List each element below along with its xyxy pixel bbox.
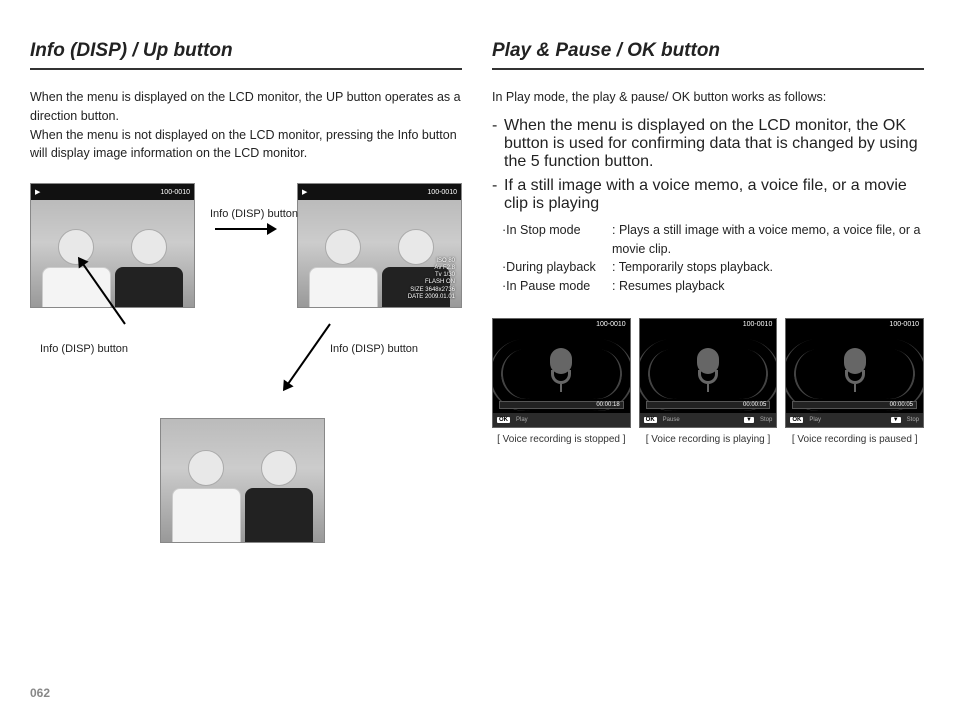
- file-counter: 100-0010: [889, 321, 919, 328]
- left-paragraph: When the menu is displayed on the LCD mo…: [30, 88, 462, 163]
- mode-desc: : Resumes playback: [612, 277, 924, 296]
- lcd-screenshot-full-info: ▶ 100-0010 ISO 80 Av F2.8 Tv 1/30 FLASH …: [297, 183, 462, 308]
- mode-desc: : Plays a still image with a voice memo,…: [612, 221, 924, 259]
- control-label: Stop: [760, 417, 772, 423]
- mode-label: ·During playback: [502, 258, 612, 277]
- list-item: - When the menu is displayed on the LCD …: [492, 117, 924, 171]
- bullet-text: When the menu is displayed on the LCD mo…: [504, 117, 924, 171]
- control-label: Play: [516, 417, 528, 423]
- control-label: Play: [809, 417, 821, 423]
- ok-badge: OK: [644, 417, 657, 423]
- play-icon: ▶: [35, 188, 40, 196]
- arrow-label: Info (DISP) button: [210, 208, 298, 220]
- voice-screens-row: 100-0010 00:00:18 OK Play [ Voice record…: [492, 318, 924, 445]
- ok-badge: OK: [497, 417, 510, 423]
- down-badge: ▼: [891, 417, 901, 423]
- file-counter: 100-0010: [160, 189, 190, 196]
- lcd-screenshot-no-info: [160, 418, 325, 543]
- control-label: Stop: [907, 417, 919, 423]
- mode-label: ·In Stop mode: [502, 221, 612, 259]
- left-column: Info (DISP) / Up button When the menu is…: [30, 40, 462, 543]
- ok-badge: OK: [790, 417, 803, 423]
- screen-caption: [ Voice recording is stopped ]: [492, 434, 631, 445]
- down-badge: ▼: [744, 417, 754, 423]
- image-info-overlay: ISO 80 Av F2.8 Tv 1/30 FLASH ON SIZE 364…: [408, 258, 455, 301]
- control-label: Pause: [663, 417, 680, 423]
- file-counter: 100-0010: [743, 321, 773, 328]
- mode-row: ·In Pause mode : Resumes playback: [502, 277, 924, 296]
- time-display: 00:00:18: [596, 402, 619, 408]
- time-display: 00:00:05: [743, 402, 766, 408]
- disp-cycle-diagram: ▶ 100-0010 ▶ 100-0010: [30, 183, 462, 543]
- right-column: Play & Pause / OK button In Play mode, t…: [492, 40, 924, 543]
- file-counter: 100-0010: [596, 321, 626, 328]
- file-counter: 100-0010: [427, 189, 457, 196]
- right-heading: Play & Pause / OK button: [492, 40, 924, 70]
- voice-screen-playing: 100-0010 00:00:05 OK Pause ▼ Stop: [639, 318, 778, 428]
- screen-caption: [ Voice recording is playing ]: [639, 434, 778, 445]
- arrow-down-icon: [283, 323, 331, 390]
- bullet-text: If a still image with a voice memo, a vo…: [504, 177, 924, 213]
- play-icon: ▶: [302, 188, 307, 196]
- list-item: - If a still image with a voice memo, a …: [492, 177, 924, 213]
- right-intro: In Play mode, the play & pause/ OK butto…: [492, 88, 924, 107]
- arrow-label: Info (DISP) button: [330, 343, 418, 355]
- arrow-label: Info (DISP) button: [40, 343, 128, 355]
- voice-screen-paused: 100-0010 00:00:05 OK Play ▼ Stop: [785, 318, 924, 428]
- page-number: 062: [30, 686, 50, 700]
- mode-label: ·In Pause mode: [502, 277, 612, 296]
- time-display: 00:00:05: [890, 402, 913, 408]
- mode-row: ·During playback : Temporarily stops pla…: [502, 258, 924, 277]
- lcd-screenshot-basic: ▶ 100-0010: [30, 183, 195, 308]
- left-heading: Info (DISP) / Up button: [30, 40, 462, 70]
- mode-row: ·In Stop mode : Plays a still image with…: [502, 221, 924, 259]
- arrow-right-icon: [215, 228, 275, 230]
- screen-caption: [ Voice recording is paused ]: [785, 434, 924, 445]
- voice-screen-stopped: 100-0010 00:00:18 OK Play: [492, 318, 631, 428]
- mode-desc: : Temporarily stops playback.: [612, 258, 924, 277]
